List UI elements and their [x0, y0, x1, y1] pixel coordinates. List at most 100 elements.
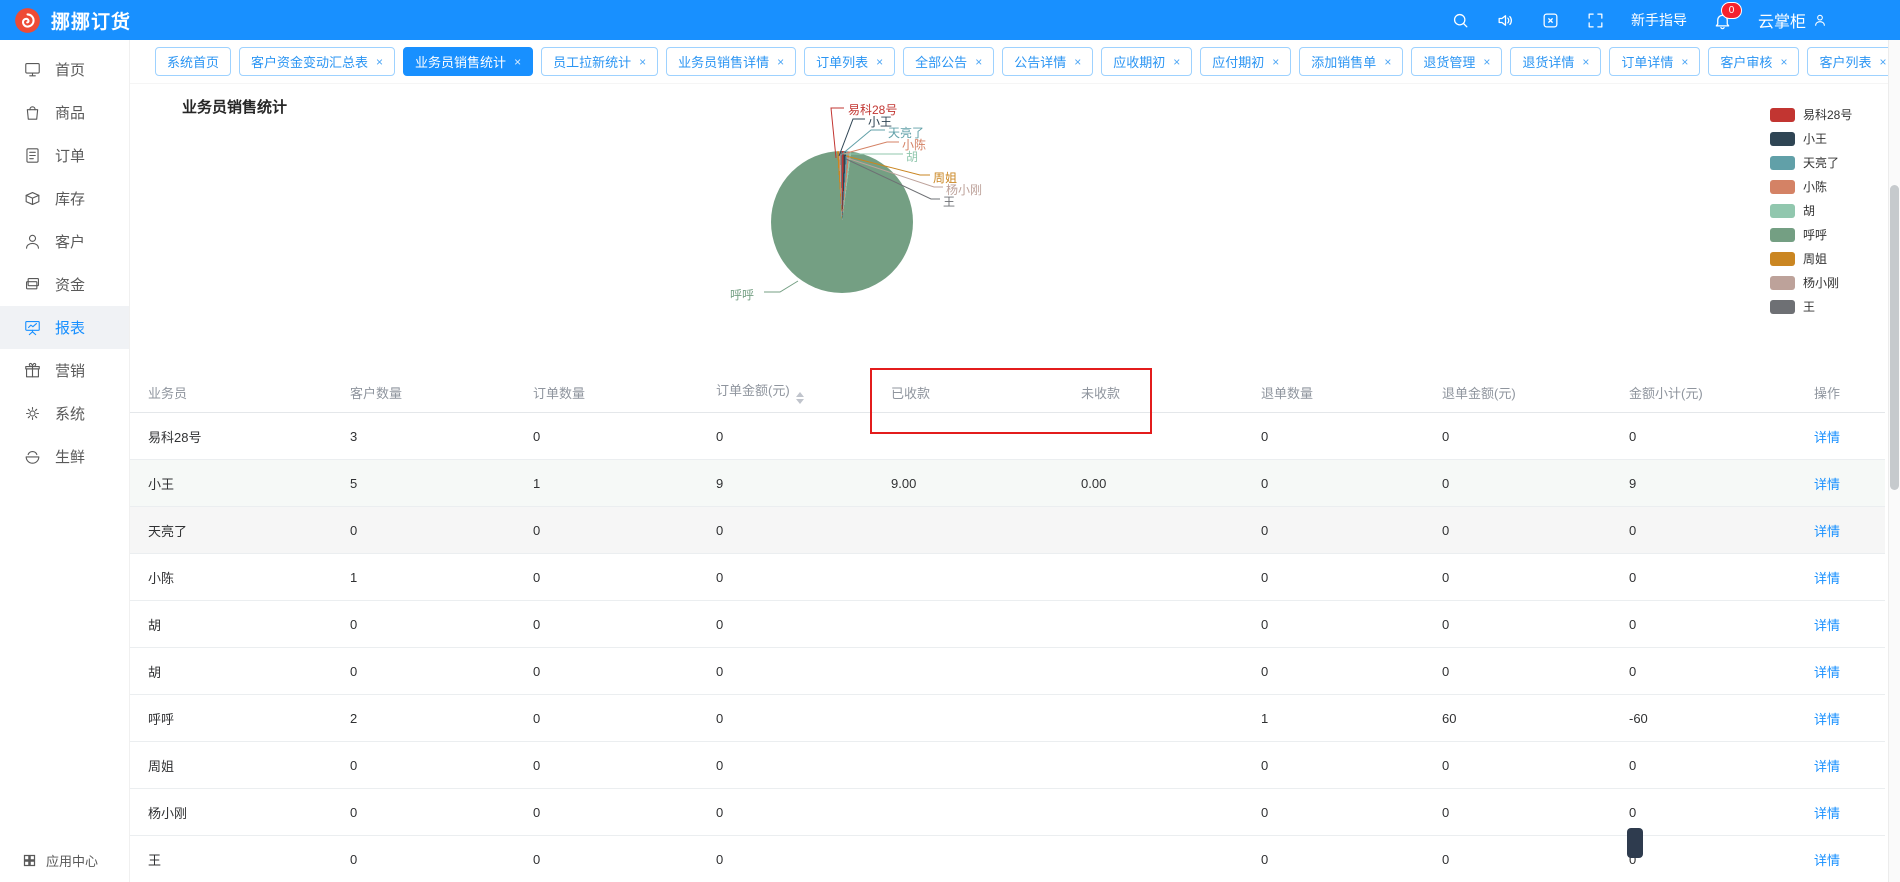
tab-close-icon[interactable]: ×: [1173, 55, 1180, 69]
sidebar-item-marketing[interactable]: 营销: [0, 349, 129, 392]
detail-link[interactable]: 详情: [1814, 759, 1840, 774]
table-cell: [873, 695, 1063, 742]
scrollbar-thumb[interactable]: [1890, 185, 1899, 490]
sidebar-item-funds[interactable]: 资金: [0, 263, 129, 306]
tab-close-icon[interactable]: ×: [1074, 55, 1081, 69]
tab[interactable]: 退货管理×: [1411, 47, 1502, 76]
tab[interactable]: 业务员销售详情×: [666, 47, 796, 76]
table-cell: [873, 413, 1063, 460]
tab-close-icon[interactable]: ×: [1272, 55, 1279, 69]
sidebar-item-report[interactable]: 报表: [0, 306, 129, 349]
sidebar-item-label: 资金: [55, 274, 85, 295]
app-center-label: 应用中心: [46, 851, 98, 870]
legend-item[interactable]: 易科28号: [1770, 106, 1852, 123]
sidebar-item-home[interactable]: 首页: [0, 48, 129, 91]
table-cell: [873, 742, 1063, 789]
column-header: 金额小计(元): [1611, 372, 1796, 413]
legend-item[interactable]: 胡: [1770, 202, 1852, 219]
table-cell: 0: [698, 413, 873, 460]
legend-item[interactable]: 小王: [1770, 130, 1852, 147]
tab[interactable]: 系统首页: [155, 47, 231, 76]
sidebar-item-label: 库存: [55, 188, 85, 209]
detail-link[interactable]: 详情: [1814, 665, 1840, 680]
tab-close-icon[interactable]: ×: [876, 55, 883, 69]
legend-item[interactable]: 杨小刚: [1770, 274, 1852, 291]
table-row: 天亮了000000详情: [130, 507, 1885, 554]
tab-close-icon[interactable]: ×: [1879, 55, 1886, 69]
detail-link[interactable]: 详情: [1814, 430, 1840, 445]
speaker-icon[interactable]: [1496, 11, 1515, 30]
detail-link[interactable]: 详情: [1814, 618, 1840, 633]
floating-widget[interactable]: [1627, 828, 1643, 858]
tab-close-icon[interactable]: ×: [639, 55, 646, 69]
sidebar-item-goods[interactable]: 商品: [0, 91, 129, 134]
tab[interactable]: 员工拉新统计×: [541, 47, 658, 76]
account-menu[interactable]: 云掌柜: [1758, 8, 1828, 32]
guide-link[interactable]: 新手指导: [1631, 10, 1687, 30]
tab[interactable]: 业务员销售统计×: [403, 47, 533, 76]
legend-item[interactable]: 王: [1770, 298, 1852, 315]
marketing-icon: [23, 361, 42, 380]
tab[interactable]: 订单列表×: [804, 47, 895, 76]
legend-item[interactable]: 小陈: [1770, 178, 1852, 195]
table-cell: 易科28号: [130, 413, 332, 460]
tab-close-icon[interactable]: ×: [376, 55, 383, 69]
sidebar-item-fresh[interactable]: 生鲜: [0, 435, 129, 478]
tab-close-icon[interactable]: ×: [1483, 55, 1490, 69]
tab[interactable]: 添加销售单×: [1299, 47, 1403, 76]
sidebar-item-customer[interactable]: 客户: [0, 220, 129, 263]
table-cell: [873, 789, 1063, 836]
app-center-link[interactable]: 应用中心: [22, 851, 98, 870]
sort-icon[interactable]: [796, 392, 804, 404]
tab-label: 应付期初: [1212, 52, 1264, 71]
table-cell: 0: [1243, 554, 1424, 601]
sidebar-item-system[interactable]: 系统: [0, 392, 129, 435]
tab-close-icon[interactable]: ×: [975, 55, 982, 69]
sidebar: 首页商品订单库存客户资金报表营销系统生鲜 应用中心: [0, 40, 130, 882]
detail-link[interactable]: 详情: [1814, 477, 1840, 492]
tab[interactable]: 客户资金变动汇总表×: [239, 47, 395, 76]
notification-bell[interactable]: 0: [1713, 11, 1732, 30]
fullscreen-icon[interactable]: [1586, 11, 1605, 30]
tab-close-icon[interactable]: ×: [1780, 55, 1787, 69]
tab-close-icon[interactable]: ×: [1384, 55, 1391, 69]
tab[interactable]: 退货详情×: [1510, 47, 1601, 76]
tab[interactable]: 客户列表×: [1807, 47, 1888, 76]
detail-link[interactable]: 详情: [1814, 806, 1840, 821]
tab-close-icon[interactable]: ×: [777, 55, 784, 69]
table-cell: 王: [130, 836, 332, 882]
table-cell: 0: [332, 789, 515, 836]
tab[interactable]: 全部公告×: [903, 47, 994, 76]
topbar-actions: 新手指导 0 云掌柜: [1451, 8, 1886, 32]
detail-link[interactable]: 详情: [1814, 524, 1840, 539]
sidebar-item-order[interactable]: 订单: [0, 134, 129, 177]
table-cell: 0: [1243, 836, 1424, 882]
window-close-icon[interactable]: [1541, 11, 1560, 30]
legend-item[interactable]: 天亮了: [1770, 154, 1852, 171]
tab[interactable]: 应收期初×: [1101, 47, 1192, 76]
detail-link[interactable]: 详情: [1814, 853, 1840, 868]
pie-chart[interactable]: [771, 151, 913, 293]
legend-item[interactable]: 周姐: [1770, 250, 1852, 267]
table-cell: 0: [332, 601, 515, 648]
pie-slice-label: 王: [943, 193, 955, 210]
table-cell: 0: [1611, 507, 1796, 554]
vertical-scrollbar[interactable]: [1888, 40, 1900, 882]
legend-item[interactable]: 呼呼: [1770, 226, 1852, 243]
tab-close-icon[interactable]: ×: [514, 55, 521, 69]
table-cell: [1063, 413, 1243, 460]
detail-link[interactable]: 详情: [1814, 571, 1840, 586]
tab-close-icon[interactable]: ×: [1681, 55, 1688, 69]
detail-link[interactable]: 详情: [1814, 712, 1840, 727]
tab-close-icon[interactable]: ×: [1582, 55, 1589, 69]
tab[interactable]: 订单详情×: [1609, 47, 1700, 76]
sidebar-item-inventory[interactable]: 库存: [0, 177, 129, 220]
table-cell: 2: [332, 695, 515, 742]
tab[interactable]: 客户审核×: [1708, 47, 1799, 76]
tab[interactable]: 公告详情×: [1002, 47, 1093, 76]
tab[interactable]: 应付期初 ×: [1200, 47, 1291, 76]
table-cell: 0: [1424, 601, 1611, 648]
table-cell: 0: [515, 789, 698, 836]
search-icon[interactable]: [1451, 11, 1470, 30]
column-header[interactable]: 订单金额(元): [698, 372, 873, 413]
